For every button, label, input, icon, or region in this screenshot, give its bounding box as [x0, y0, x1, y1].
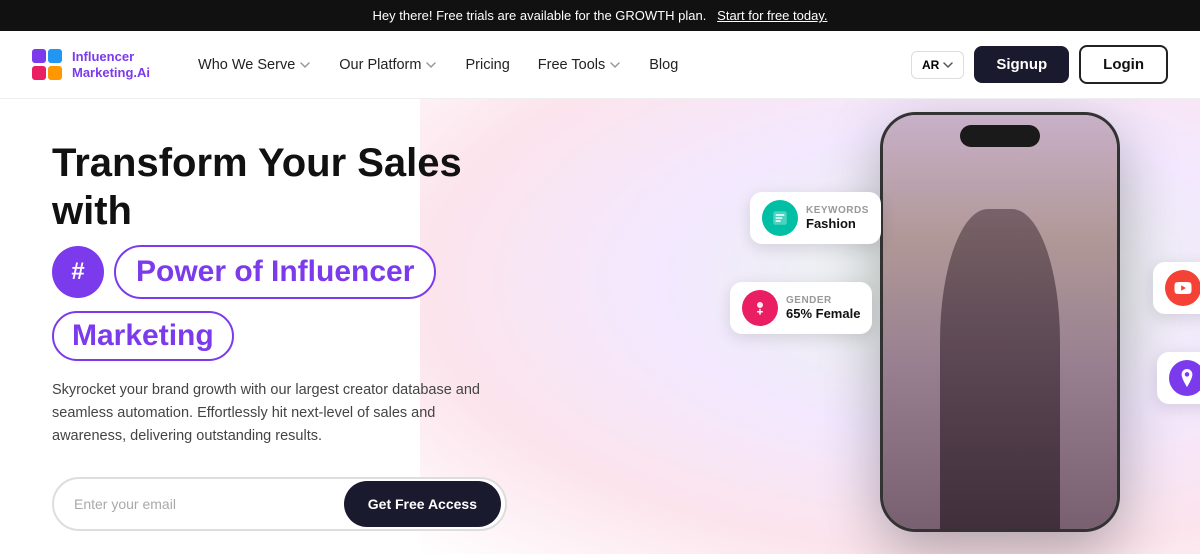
nav-item-free-tools[interactable]: Free Tools [526, 49, 633, 81]
chevron-down-icon [609, 59, 621, 71]
nav-right: AR Signup Login [911, 45, 1168, 84]
login-button[interactable]: Login [1079, 45, 1168, 84]
keyword-label: KEYWORDS [806, 205, 869, 216]
hero-description: Skyrocket your brand growth with our lar… [52, 379, 508, 449]
chevron-down-icon [425, 59, 437, 71]
top-banner: Hey there! Free trials are available for… [0, 0, 1200, 31]
language-selector[interactable]: AR [911, 51, 964, 79]
phone-screen [883, 115, 1117, 529]
hero-section: Transform Your Sales with # Power of Inf… [0, 99, 1200, 554]
hero-highlight-row: # Power of Influencer [52, 245, 508, 299]
email-input[interactable] [54, 496, 344, 512]
nav-item-blog[interactable]: Blog [637, 49, 690, 81]
nav-links: Who We Serve Our Platform Pricing Free T… [186, 49, 911, 81]
platform-tag: PLATFORM YouTube [1153, 262, 1200, 314]
lang-label: AR [922, 58, 939, 72]
location-tag: LOCATION 65% UK [1157, 352, 1200, 404]
gender-value: 65% Female [786, 306, 860, 321]
email-form: Get Free Access [52, 477, 507, 531]
phone-mockup-area: KEYWORDS Fashion GENDER 65% Female [830, 99, 1170, 554]
keyword-tag: KEYWORDS Fashion [750, 192, 881, 244]
gender-label: GENDER [786, 295, 860, 306]
navbar: Influencer Marketing.Ai Who We Serve Our… [0, 31, 1200, 99]
banner-link[interactable]: Start for free today. [717, 8, 827, 23]
signup-button[interactable]: Signup [974, 46, 1069, 83]
hero-content: Transform Your Sales with # Power of Inf… [0, 99, 560, 554]
gender-tag: GENDER 65% Female [730, 282, 872, 334]
gender-icon [742, 290, 778, 326]
hash-icon: # [52, 246, 104, 298]
power-of-influencer-badge: Power of Influencer [114, 245, 436, 299]
phone-notch [960, 125, 1040, 147]
nav-item-our-platform[interactable]: Our Platform [327, 49, 449, 81]
banner-text: Hey there! Free trials are available for… [373, 8, 707, 23]
nav-item-who-we-serve[interactable]: Who We Serve [186, 49, 323, 81]
logo-text: Influencer Marketing.Ai [72, 49, 150, 80]
keyword-value: Fashion [806, 216, 869, 231]
phone-container: KEYWORDS Fashion GENDER 65% Female [880, 112, 1120, 532]
phone-frame [880, 112, 1120, 532]
marketing-badge: Marketing [52, 311, 234, 361]
hero-title: Transform Your Sales with [52, 139, 508, 235]
logo[interactable]: Influencer Marketing.Ai [32, 49, 150, 81]
nav-item-pricing[interactable]: Pricing [453, 49, 521, 81]
chevron-down-icon [943, 60, 953, 70]
keyword-icon [762, 200, 798, 236]
logo-icon [32, 49, 64, 81]
platform-icon [1165, 270, 1200, 306]
location-icon [1169, 360, 1200, 396]
chevron-down-icon [299, 59, 311, 71]
get-free-access-button[interactable]: Get Free Access [344, 481, 501, 527]
